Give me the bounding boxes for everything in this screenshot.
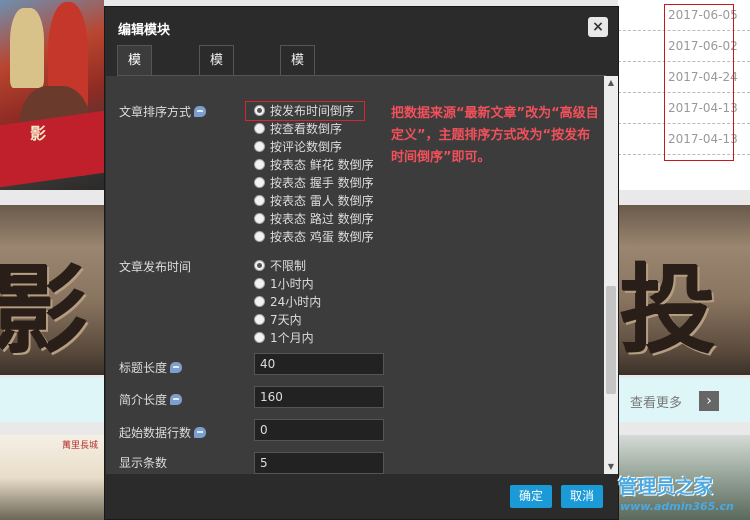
radio-icon[interactable] [254,213,265,224]
properties-panel: 文章排序方式 按发布时间倒序 按查看数倒序 按评论数倒序 按表态 鲜花 数倒序 … [106,76,604,474]
photo-banner-text: 影 [30,124,47,143]
sort-option[interactable]: 按表态 握手 数倒序 [254,175,374,191]
sort-option[interactable]: 按评论数倒序 [254,139,342,155]
dialog-title: 编辑模块 [118,23,171,38]
publish-time-option[interactable]: 1个月内 [254,330,314,346]
site-watermark: 管理员之家 www.admin365.cn [614,470,750,520]
radio-icon[interactable] [254,314,265,325]
photo-red-banner [0,110,104,188]
background-group-photo: 影 [0,0,104,190]
help-icon[interactable] [170,394,183,405]
radio-icon[interactable] [254,296,265,307]
sort-option[interactable]: 按发布时间倒序 [254,103,354,119]
title-length-input[interactable]: 40 [254,353,384,375]
sort-option[interactable]: 按表态 雷人 数倒序 [254,193,374,209]
dates-highlight-box [664,4,734,161]
publish-time-option[interactable]: 24小时内 [254,294,321,310]
help-icon[interactable] [170,362,183,373]
edit-module-dialog: 编辑模块 × 模块属性 模块数据 模块模板 文章排序方式 按发布时间倒序 按查看… [104,6,619,520]
title-length-label: 标题长度 [119,359,183,376]
tab-module-data[interactable]: 模块数据 [199,45,235,158]
radio-icon[interactable] [254,332,265,343]
help-icon[interactable] [194,106,207,117]
sort-option[interactable]: 按查看数倒序 [254,121,342,137]
start-row-label: 起始数据行数 [119,424,207,441]
display-count-label: 显示条数 [119,456,168,470]
publish-time-option[interactable]: 1小时内 [254,276,314,292]
publish-time-label: 文章发布时间 [119,260,192,274]
help-icon[interactable] [194,427,207,438]
radio-icon[interactable] [254,141,265,152]
tab-module-template[interactable]: 模块模板 [280,45,316,158]
radio-checked-icon[interactable] [254,260,265,271]
scrollbar-thumb[interactable] [606,286,616,394]
radio-icon[interactable] [254,231,265,242]
radio-icon[interactable] [254,195,265,206]
summary-length-label: 简介长度 [119,391,183,408]
radio-icon[interactable] [254,123,265,134]
background-calligraphy-image: 萬里長城 [0,435,106,520]
watermark-title: 管理员之家 [618,476,714,498]
confirm-button[interactable]: 确定 [510,485,553,508]
display-count-input[interactable]: 5 [254,452,384,474]
scroll-up-icon[interactable]: ▲ [604,76,618,90]
cancel-button[interactable]: 取消 [561,485,604,508]
chevron-right-icon[interactable]: › [699,391,719,411]
stone-char: 投 [620,254,716,367]
stone-char: 影 [0,254,88,367]
publish-time-option[interactable]: 不限制 [254,258,306,274]
panel-scrollbar[interactable]: ▲ ▼ [604,76,618,474]
photo-person-1 [10,8,44,88]
radio-checked-icon[interactable] [254,105,265,116]
summary-length-input[interactable]: 160 [254,386,384,408]
view-more-link[interactable]: 查看更多 [630,392,682,411]
calligraphy-text: 萬里長城 [62,441,99,451]
radio-icon[interactable] [254,278,265,289]
publish-time-option[interactable]: 7天内 [254,312,302,328]
start-row-input[interactable]: 0 [254,419,384,441]
close-button[interactable]: × [588,17,608,37]
tab-module-properties[interactable]: 模块属性 [117,45,153,158]
sort-option[interactable]: 按表态 鲜花 数倒序 [254,157,374,173]
radio-icon[interactable] [254,159,265,170]
sort-option[interactable]: 按表态 鸡蛋 数倒序 [254,229,374,245]
sort-option[interactable]: 按表态 路过 数倒序 [254,211,374,227]
annotation-note: 把数据来源“最新文章”改为“高级自定义”，主题排序方式改为“按发布时间倒序”即可… [391,106,599,165]
sort-order-label: 文章排序方式 [119,103,207,120]
watermark-url: www.admin365.cn [620,500,734,513]
radio-icon[interactable] [254,177,265,188]
close-icon: × [592,19,604,35]
